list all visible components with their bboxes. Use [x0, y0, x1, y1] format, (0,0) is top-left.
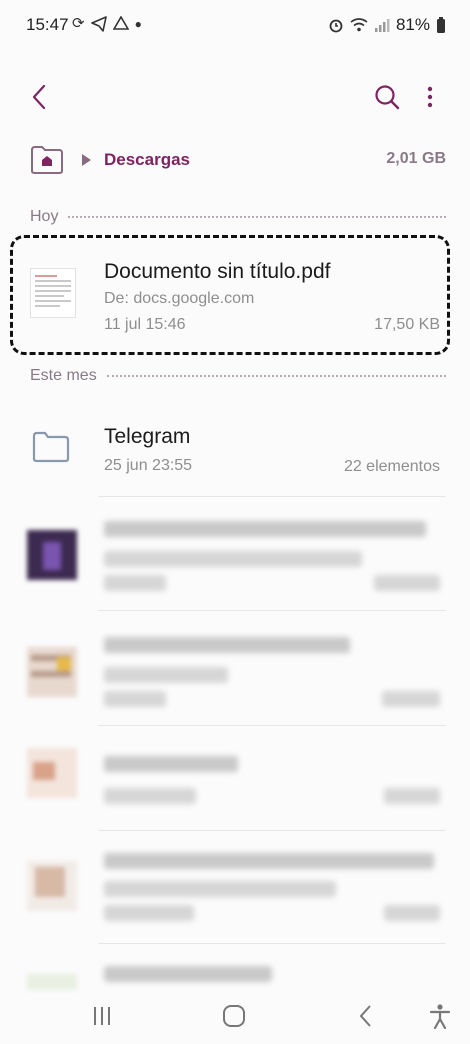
status-bar: 15:47 ⟳ ● 81% [0, 0, 470, 52]
status-time: 15:47 [26, 15, 69, 34]
alarm-icon [329, 19, 343, 33]
file-date: 11 jul 15:46 [104, 316, 186, 333]
section-divider [68, 216, 446, 218]
blurred-text [104, 966, 272, 982]
file-thumbnail [27, 748, 77, 798]
accessibility-button[interactable] [428, 1003, 452, 1030]
app-bar [0, 72, 470, 124]
folder-icon [32, 431, 70, 463]
dot-icon: ● [134, 17, 142, 31]
wifi-icon [350, 18, 368, 32]
breadcrumb: Descargas 2,01 GB [0, 140, 470, 184]
home-button[interactable] [223, 1005, 245, 1027]
section-divider [106, 375, 446, 377]
blurred-text [384, 788, 440, 804]
file-thumbnail [27, 647, 77, 697]
pdf-thumbnail [30, 268, 76, 318]
blurred-text [104, 667, 228, 683]
section-header-this-month: Este mes [30, 366, 446, 386]
blurred-text [104, 788, 196, 804]
blurred-text [104, 637, 350, 653]
back-icon [360, 1005, 371, 1027]
chevron-left-icon [32, 84, 46, 110]
section-label: Hoy [30, 208, 59, 225]
blurred-text [104, 575, 166, 591]
folder-count: 22 elementos [343, 458, 440, 475]
file-thumbnail [27, 861, 77, 911]
blurred-file-item[interactable] [0, 831, 470, 943]
battery-icon [437, 17, 445, 33]
status-system-icons: 81% [328, 15, 446, 35]
system-back-button[interactable] [356, 1004, 376, 1028]
blurred-text [104, 521, 426, 537]
file-thumbnail [27, 530, 77, 580]
blurred-file-item[interactable] [0, 497, 470, 610]
blurred-file-item[interactable] [0, 944, 470, 990]
more-options-button[interactable] [418, 82, 442, 112]
status-notification-icons: ⟳ ● [72, 15, 142, 33]
section-header-today: Hoy [30, 207, 446, 227]
blurred-text [104, 905, 194, 921]
blurred-text [104, 853, 434, 869]
file-source: De: docs.google.com [104, 290, 255, 307]
blurred-file-item[interactable] [0, 726, 470, 830]
blurred-text [104, 551, 362, 567]
blurred-text [104, 881, 336, 897]
blurred-file-item[interactable] [0, 611, 470, 725]
sync-icon: ⟳ [72, 15, 85, 32]
recents-icon [94, 1007, 110, 1025]
home-folder-icon [31, 146, 63, 174]
more-vert-icon [427, 86, 433, 108]
folder-date: 25 jun 23:55 [104, 457, 193, 474]
search-icon [375, 85, 400, 110]
file-name: Documento sin título.pdf [104, 260, 331, 283]
breadcrumb-folder[interactable]: Descargas [104, 150, 190, 170]
storage-size: 2,01 GB [386, 150, 446, 167]
file-item[interactable]: Documento sin título.pdf De: docs.google… [0, 240, 470, 350]
home-folder-button[interactable] [30, 145, 64, 175]
telegram-icon [90, 16, 107, 32]
signal-icon [374, 19, 390, 32]
drive-icon [112, 16, 129, 30]
blurred-text [382, 691, 440, 707]
folder-item[interactable]: Telegram 25 jun 23:55 22 elementos [0, 405, 470, 495]
navigation-bar [0, 990, 470, 1044]
back-button[interactable] [26, 82, 56, 112]
blurred-text [104, 756, 238, 772]
folder-name: Telegram [104, 425, 191, 448]
battery-percent: 81% [395, 15, 430, 34]
file-size: 17,50 KB [374, 316, 440, 333]
blurred-text [374, 575, 440, 591]
accessibility-icon [429, 1004, 451, 1030]
file-thumbnail [27, 974, 77, 990]
search-button[interactable] [372, 82, 402, 112]
blurred-text [384, 905, 440, 921]
breadcrumb-separator-icon [82, 154, 91, 166]
recents-button[interactable] [92, 1006, 112, 1026]
section-label: Este mes [30, 367, 97, 384]
blurred-text [104, 691, 166, 707]
